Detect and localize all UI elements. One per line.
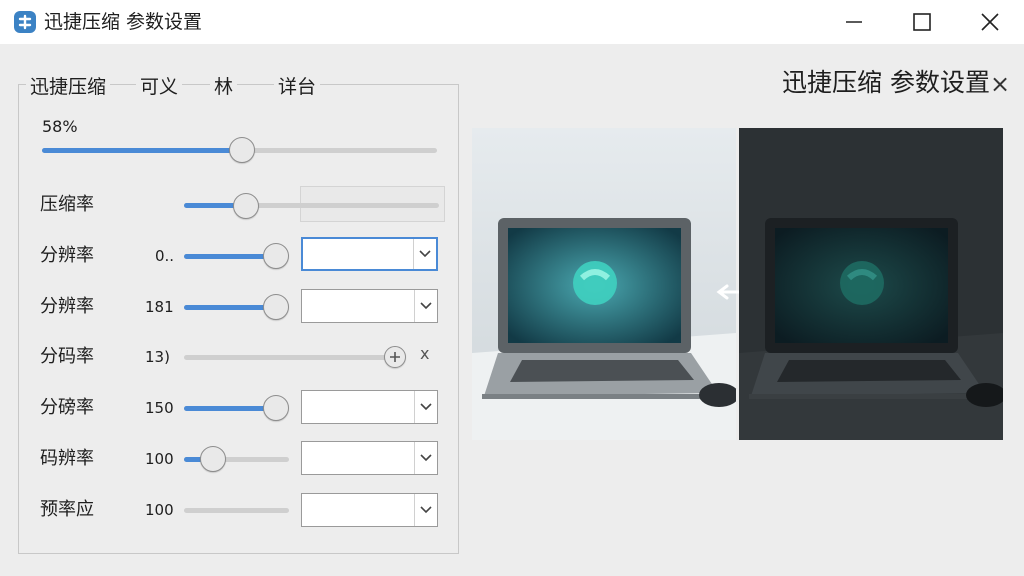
plus-icon xyxy=(390,352,400,362)
maximize-icon xyxy=(913,13,931,31)
laptop-photo-bright xyxy=(472,128,736,440)
quality-percent-label: 58% xyxy=(42,117,78,136)
bitrate-slider-handle[interactable] xyxy=(384,346,406,368)
resolution-1-slider-handle[interactable] xyxy=(263,243,289,269)
compress-rate-slider-handle[interactable] xyxy=(233,193,259,219)
resolution-1-select[interactable] xyxy=(301,237,438,271)
code-resolution-slider-handle[interactable] xyxy=(200,446,226,472)
compress-rate-slider[interactable] xyxy=(184,203,439,208)
preset-rate-slider[interactable] xyxy=(184,508,289,513)
sample-rate-select[interactable] xyxy=(301,390,438,424)
row-label-compress-rate: 压缩率 xyxy=(40,194,94,215)
window-title: 迅捷压缩 参数设置 xyxy=(44,11,203,33)
preview-compressed-image xyxy=(739,128,1003,440)
quality-slider-fill xyxy=(42,148,242,153)
sample-rate-value: 150 xyxy=(145,399,174,417)
preview-original-image xyxy=(472,128,736,440)
chevron-down-icon xyxy=(413,239,436,269)
app-logo-icon xyxy=(14,11,36,33)
minimize-icon xyxy=(846,21,862,23)
maximize-button[interactable] xyxy=(902,6,942,38)
chevron-down-icon xyxy=(414,290,437,322)
tab-compress[interactable]: 迅捷压缩 xyxy=(26,75,111,99)
sample-rate-slider-handle[interactable] xyxy=(263,395,289,421)
chevron-down-icon xyxy=(414,391,437,423)
row-label-bitrate: 分码率 xyxy=(40,346,94,367)
chevron-down-icon xyxy=(414,494,437,526)
bitrate-extra-mark: х xyxy=(420,344,430,363)
bitrate-value: 13) xyxy=(145,348,170,366)
code-resolution-value: 100 xyxy=(145,450,174,468)
resolution-2-select[interactable] xyxy=(301,289,438,323)
bitrate-slider[interactable] xyxy=(184,355,394,360)
resolution-2-value: 181 xyxy=(145,298,174,316)
close-button[interactable] xyxy=(970,6,1010,38)
quality-slider-handle[interactable] xyxy=(229,137,255,163)
code-resolution-select[interactable] xyxy=(301,441,438,475)
tab-details[interactable]: 详台 xyxy=(274,75,321,99)
resolution-1-value: 0.. xyxy=(155,247,175,265)
preset-rate-select[interactable] xyxy=(301,493,438,527)
close-icon xyxy=(981,13,999,31)
preview-title: 迅捷压缩 参数设置 xyxy=(782,68,990,97)
tab-lin[interactable]: 林 xyxy=(210,75,238,99)
title-bar: 迅捷压缩 参数设置 xyxy=(0,0,1024,44)
preset-rate-value: 100 xyxy=(145,501,174,519)
row-label-resolution-2: 分辨率 xyxy=(40,296,94,317)
laptop-photo-dark xyxy=(739,128,1003,440)
row-label-code-resolution: 码辨率 xyxy=(40,448,94,469)
minimize-button[interactable] xyxy=(834,6,874,38)
resolution-2-slider-handle[interactable] xyxy=(263,294,289,320)
preview-close-button[interactable]: × xyxy=(990,71,1010,97)
chevron-down-icon xyxy=(414,442,437,474)
row-label-resolution-1: 分辨率 xyxy=(40,245,94,266)
tab-options[interactable]: 可义 xyxy=(136,75,183,99)
row-label-sample-rate: 分磅率 xyxy=(40,397,94,418)
row-label-preset-rate: 预率应 xyxy=(40,499,94,520)
